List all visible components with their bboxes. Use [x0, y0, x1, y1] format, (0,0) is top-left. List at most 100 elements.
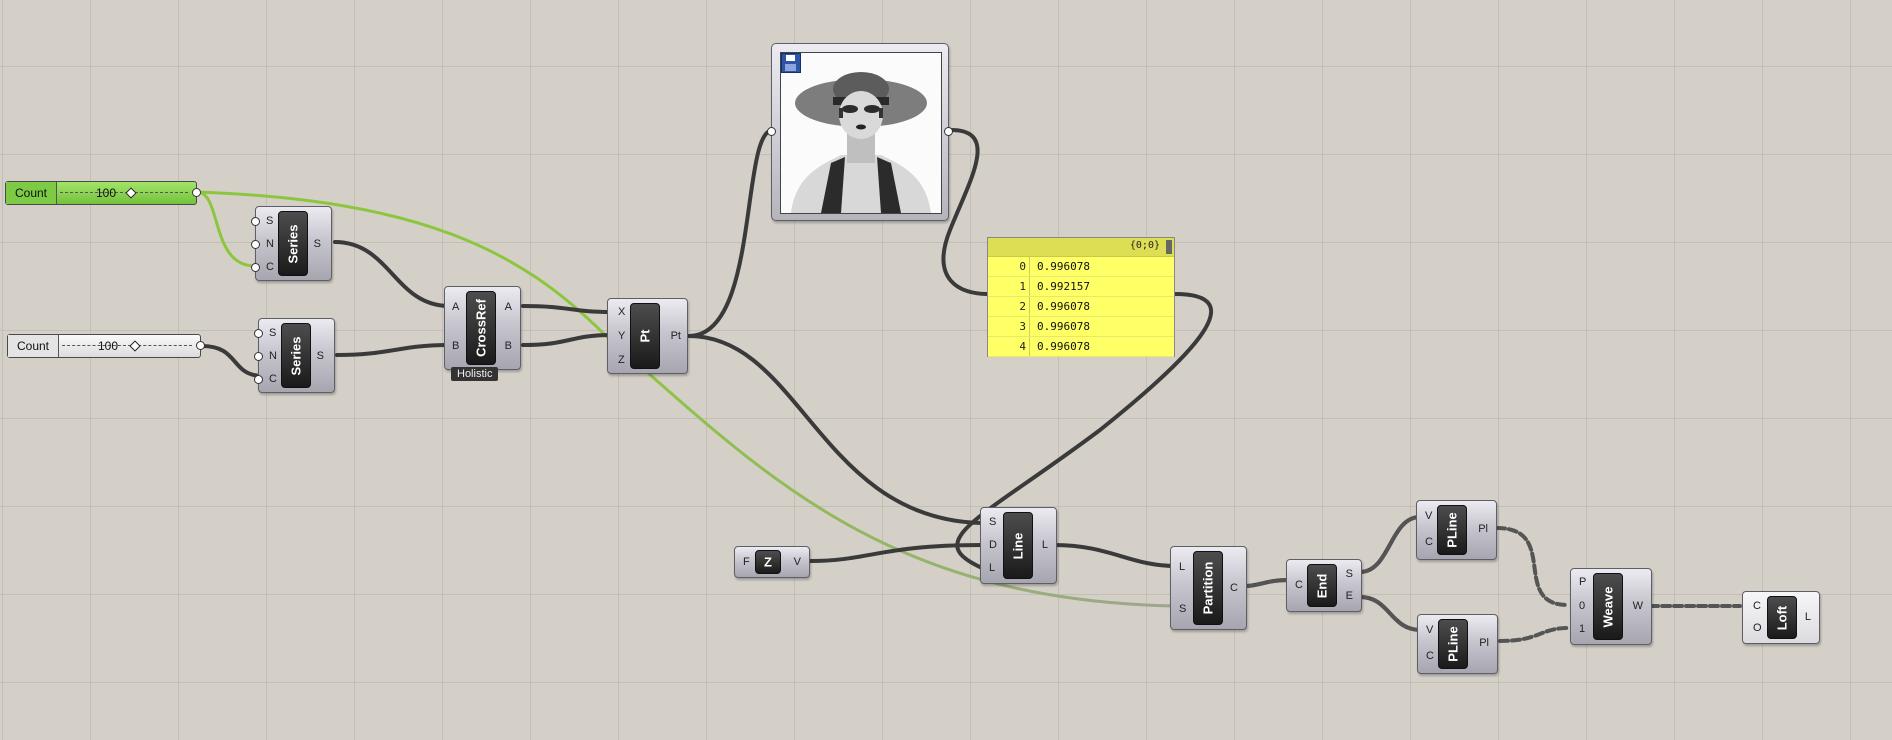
partition-component[interactable]: L S Partition C — [1170, 546, 1247, 630]
pline-component-2[interactable]: V C PLine Pl — [1417, 614, 1498, 674]
data-path: {0;0} — [1129, 240, 1160, 251]
input-y: Y — [618, 330, 626, 342]
input-n: N — [269, 350, 277, 362]
component-nickname: End — [1307, 564, 1337, 607]
input-c: C — [1425, 536, 1433, 548]
component-nickname: PLine — [1438, 619, 1468, 669]
input-n: N — [266, 238, 274, 250]
input-x: X — [618, 306, 626, 318]
input-grip[interactable] — [254, 352, 263, 361]
crossref-component[interactable]: A B CrossRef A B — [444, 286, 521, 370]
series-component-2[interactable]: S N C Series S — [254, 318, 335, 393]
output-s: S — [1345, 568, 1353, 580]
input-c: C — [266, 261, 274, 273]
weave-component[interactable]: P 0 1 Weave W — [1570, 568, 1652, 645]
save-disk-icon[interactable] — [781, 53, 801, 73]
list-item: 2 0.996078 — [988, 297, 1174, 317]
output-s: S — [313, 238, 321, 250]
component-nickname: Line — [1003, 512, 1033, 579]
input-1: 1 — [1579, 623, 1586, 635]
output-pl: Pl — [1478, 523, 1488, 535]
image-sampler[interactable] — [767, 43, 953, 221]
input-v: V — [1425, 510, 1433, 522]
construct-point-component[interactable]: X Y Z Pt Pt — [607, 298, 688, 374]
list-item: 4 0.996078 — [988, 337, 1174, 357]
input-s: S — [269, 327, 277, 339]
slider-value: 100 — [98, 339, 119, 353]
panel-scrollbar[interactable] — [1166, 240, 1172, 254]
end-points-component[interactable]: C End S E — [1286, 559, 1362, 612]
output-pt: Pt — [670, 330, 681, 342]
output-l: L — [1804, 611, 1811, 623]
input-f: F — [743, 556, 750, 568]
slider-label: Count — [8, 335, 59, 357]
grasshopper-canvas[interactable]: Count 100 Count 100 S N C Series S S N C… — [0, 0, 1892, 740]
portrait-image — [781, 53, 941, 213]
component-nickname: Series — [281, 323, 311, 388]
component-nickname: Loft — [1767, 596, 1797, 639]
input-s: S — [266, 215, 274, 227]
input-s: S — [989, 516, 997, 528]
input-l: L — [1179, 561, 1186, 573]
component-nickname: Z — [755, 550, 781, 574]
output-w: W — [1632, 600, 1643, 612]
output-grip[interactable] — [944, 127, 953, 136]
input-a: A — [452, 301, 460, 313]
slider-label: Count — [6, 182, 57, 204]
list-item: 1 0.992157 — [988, 277, 1174, 297]
value-panel[interactable]: {0;0} 0 0.996078 1 0.992157 2 0.996078 3 0.9… — [987, 237, 1175, 357]
input-o: O — [1753, 622, 1762, 634]
panel-header: {0;0} — [988, 238, 1174, 257]
output-s: S — [316, 350, 324, 362]
input-c: C — [1295, 579, 1303, 591]
input-grip[interactable] — [254, 375, 263, 384]
slider-grip[interactable] — [125, 187, 137, 199]
loft-component[interactable]: C O Loft L — [1742, 591, 1820, 644]
component-nickname: Pt — [630, 303, 660, 369]
output-l: L — [1041, 539, 1048, 551]
input-grip[interactable] — [251, 240, 260, 249]
slider-value: 100 — [96, 186, 117, 200]
output-b: B — [504, 340, 512, 352]
pline-component-1[interactable]: V C PLine Pl — [1416, 500, 1497, 560]
input-grip[interactable] — [254, 329, 263, 338]
component-nickname: PLine — [1437, 505, 1467, 555]
input-v: V — [1426, 624, 1434, 636]
input-grip[interactable] — [767, 127, 776, 136]
input-c: C — [1426, 650, 1434, 662]
component-nickname: Partition — [1193, 551, 1223, 625]
count-slider-2[interactable]: Count 100 — [7, 334, 205, 358]
wire-count-to-partition-s — [604, 333, 1176, 608]
input-b: B — [452, 340, 460, 352]
line-component[interactable]: S D L Line L — [980, 507, 1057, 584]
list-item: 3 0.996078 — [988, 317, 1174, 337]
input-d: D — [989, 539, 997, 551]
input-l: L — [989, 562, 996, 574]
image-preview — [780, 52, 942, 214]
input-grip[interactable] — [251, 217, 260, 226]
output-c: C — [1230, 582, 1238, 594]
slider-track — [62, 345, 192, 347]
wire-count-to-series-c — [196, 190, 256, 268]
series-component-1[interactable]: S N C Series S — [251, 206, 332, 281]
slider-track — [60, 192, 188, 194]
output-pl: Pl — [1479, 637, 1489, 649]
input-s: S — [1179, 603, 1187, 615]
output-v: V — [793, 556, 801, 568]
output-grip[interactable] — [196, 341, 205, 350]
input-c: C — [1753, 600, 1761, 612]
holistic-badge: Holistic — [451, 367, 499, 381]
component-nickname: Series — [278, 211, 308, 276]
slider-grip[interactable] — [129, 340, 141, 352]
output-grip[interactable] — [192, 188, 201, 197]
output-e: E — [1345, 590, 1353, 602]
input-z: Z — [618, 354, 625, 366]
component-nickname: CrossRef — [466, 291, 496, 365]
input-p: P — [1579, 576, 1587, 588]
input-0: 0 — [1579, 600, 1586, 612]
input-grip[interactable] — [251, 263, 260, 272]
count-slider-1[interactable]: Count 100 — [5, 181, 201, 205]
list-item: 0 0.996078 — [988, 257, 1174, 277]
component-nickname: Weave — [1593, 573, 1623, 640]
unit-z-component[interactable]: F Z V — [734, 546, 810, 578]
